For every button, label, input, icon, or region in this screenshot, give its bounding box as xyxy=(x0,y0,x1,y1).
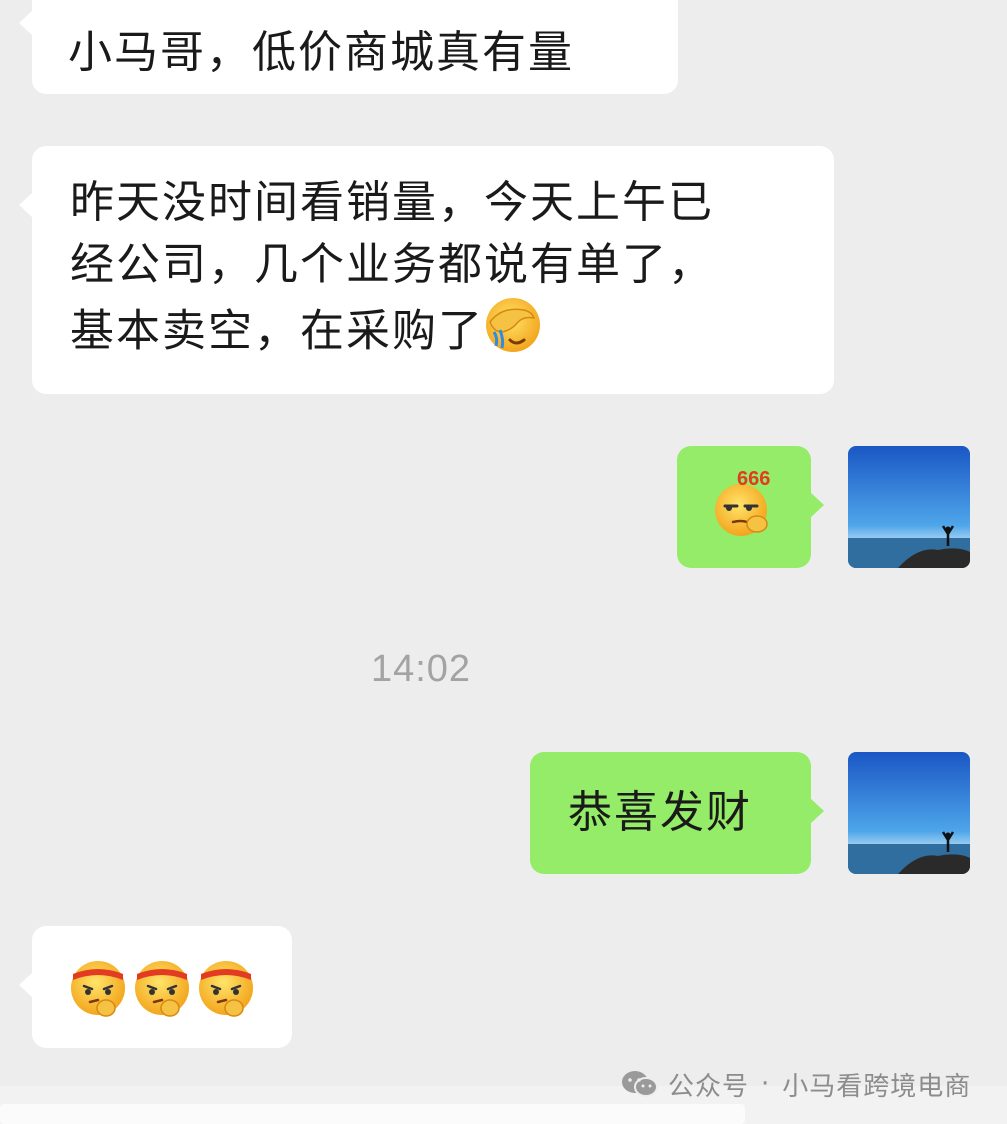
watermark-separator: · xyxy=(761,1069,771,1099)
bubble-tail xyxy=(19,10,33,36)
user-avatar[interactable] xyxy=(848,752,970,874)
message-text: 小马哥，低价商城真有量 xyxy=(68,27,574,78)
user-avatar[interactable] xyxy=(848,446,970,568)
message-bubble-incoming[interactable]: 小马哥，低价商城真有量 xyxy=(19,0,678,94)
emoji-row xyxy=(68,956,256,1035)
facepalm-emoji xyxy=(484,296,542,371)
bubble-tail xyxy=(810,798,824,824)
message-text: 恭喜发财 xyxy=(568,787,752,838)
determined-emoji xyxy=(196,956,256,1035)
bubble-tail xyxy=(19,972,33,998)
bubble-tail xyxy=(810,492,824,518)
message-line: 基本卖空，在采购了 xyxy=(70,305,484,357)
determined-emoji xyxy=(68,956,128,1035)
message-line: 昨天没时间看销量，今天上午已 xyxy=(70,177,714,228)
message-bubble-outgoing[interactable]: 666 xyxy=(677,446,824,568)
input-field[interactable] xyxy=(0,1104,745,1124)
wechat-icon xyxy=(620,1069,660,1099)
watermark-account: 小马看跨境电商 xyxy=(782,1071,972,1102)
watermark-prefix: 公众号 xyxy=(668,1071,750,1102)
666-emoji: 666 xyxy=(713,468,775,538)
watermark: 公众号 · 小马看跨境电商 xyxy=(620,1064,971,1104)
666-label: 666 xyxy=(737,468,771,490)
message-line-with-emoji: 基本卖空，在采购了 xyxy=(70,296,834,371)
message-bubble-incoming[interactable]: 昨天没时间看销量，今天上午已 经公司，几个业务都说有单了， 基本卖空，在采购了 xyxy=(19,146,834,394)
message-bubble-outgoing[interactable]: 恭喜发财 xyxy=(530,752,824,874)
determined-emoji xyxy=(132,956,192,1035)
message-line: 经公司，几个业务都说有单了， xyxy=(70,239,714,290)
message-bubble-incoming[interactable] xyxy=(19,926,292,1048)
bubble-tail xyxy=(19,192,33,218)
message-timestamp: 14:02 xyxy=(370,648,472,690)
